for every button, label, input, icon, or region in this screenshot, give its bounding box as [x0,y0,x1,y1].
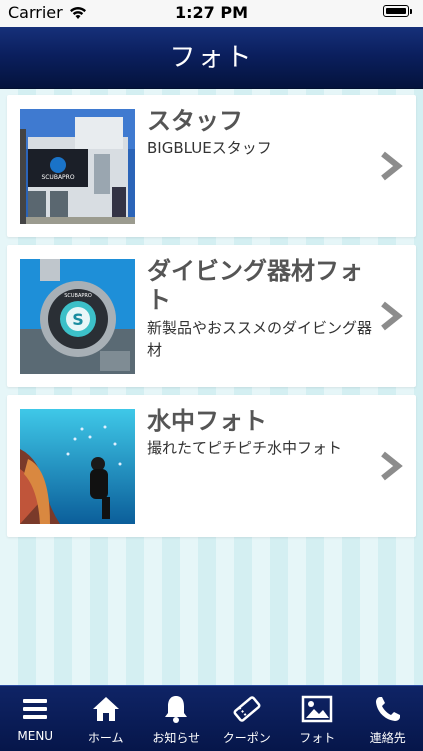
tab-label: フォト [282,729,353,746]
svg-text:S: S [72,310,84,329]
bottom-tab-bar: MENU ホーム お知らせ クーポン フォト [0,685,423,751]
tab-contact[interactable]: 連絡先 [353,686,423,751]
battery-nub [410,9,412,14]
tab-coupon[interactable]: クーポン [212,686,283,751]
chevron-right-icon [378,451,404,481]
tab-label: 連絡先 [353,729,423,746]
coupon-icon [230,694,264,724]
chevron-right-icon [378,151,404,181]
page-title: フォト [0,37,423,74]
list-item-diving-gear[interactable]: S SCUBAPRO ダイビング器材フォト 新製品やおススメのダイビング器材 [7,245,416,387]
staff-thumbnail: SCUBAPRO [20,109,135,224]
photo-icon [300,694,334,724]
underwater-title: 水中フォト [147,407,376,436]
battery-fill [386,8,406,14]
bell-icon [159,694,193,724]
list-item-staff[interactable]: SCUBAPRO スタッフ BIGBLUEスタッフ [7,95,416,237]
diving-gear-subtitle: 新製品やおススメのダイビング器材 [147,317,376,361]
tab-label: MENU [0,729,71,743]
tab-label: クーポン [212,729,283,746]
diving-gear-title: ダイビング器材フォト [147,257,376,315]
gear-photo-sign: SCUBAPRO [64,293,92,299]
tab-home[interactable]: ホーム [71,686,142,751]
menu-icon [18,694,52,724]
tab-menu[interactable]: MENU [0,686,71,751]
staff-title: スタッフ [147,107,376,136]
underwater-subtitle: 撮れたてピチピチ水中フォト [147,437,376,459]
tab-notice[interactable]: お知らせ [141,686,212,751]
chevron-right-icon [378,301,404,331]
status-bar: Carrier 1:27 PM [0,0,423,27]
diving-gear-thumbnail: S SCUBAPRO [20,259,135,374]
list-item-underwater[interactable]: 水中フォト 撮れたてピチピチ水中フォト [7,395,416,537]
battery-indicator [383,4,415,20]
status-time: 1:27 PM [0,3,423,22]
staff-photo-sign: SCUBAPRO [41,174,74,181]
underwater-thumbnail [20,409,135,524]
tab-photo[interactable]: フォト [282,686,353,751]
tab-label: お知らせ [141,729,212,746]
phone-icon [371,694,405,724]
home-icon [89,694,123,724]
photo-category-list: SCUBAPRO スタッフ BIGBLUEスタッフ [7,95,416,545]
tab-label: ホーム [71,729,142,746]
battery-icon [383,5,409,17]
nav-header: フォト [0,27,423,89]
staff-subtitle: BIGBLUEスタッフ [147,137,376,159]
